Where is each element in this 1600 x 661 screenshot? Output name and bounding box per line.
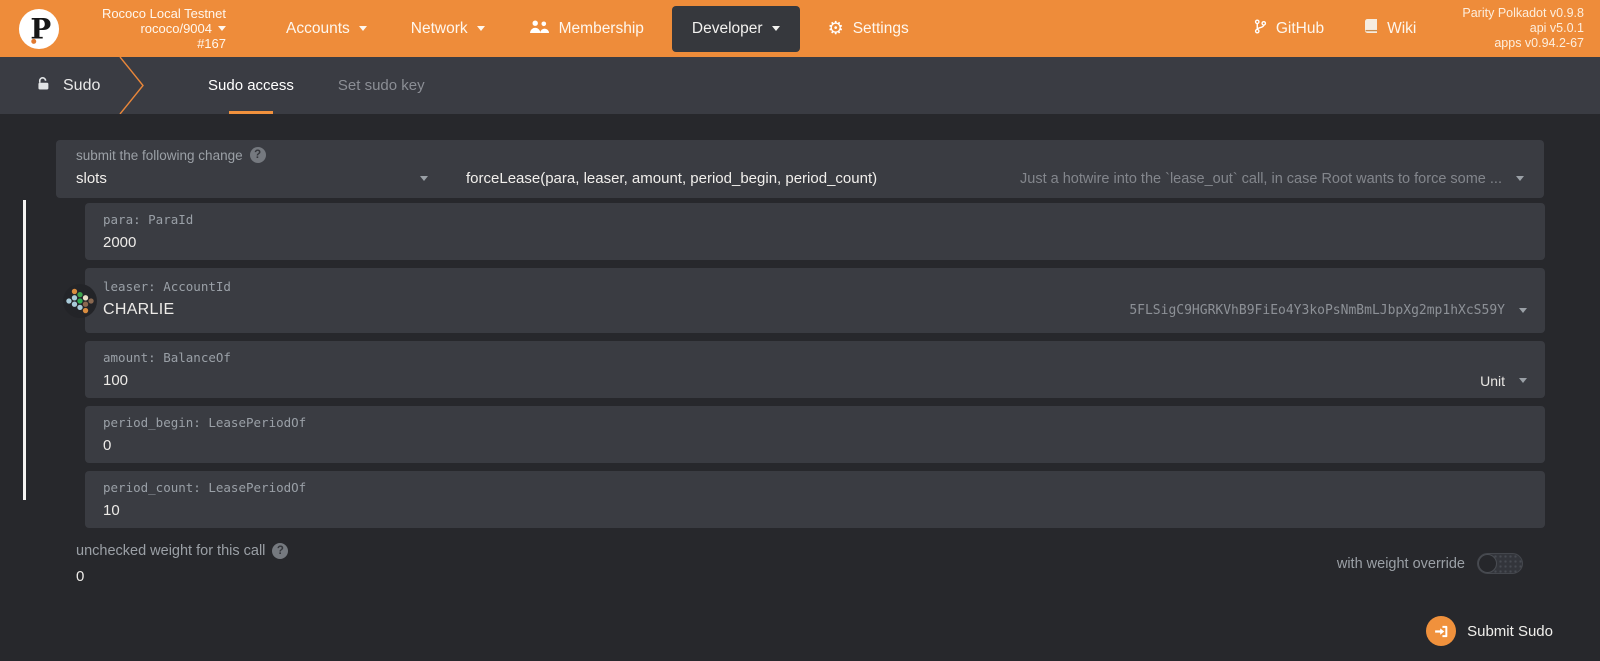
chevron-down-icon <box>1516 176 1524 181</box>
param-para-value[interactable]: 2000 <box>103 234 136 251</box>
amount-unit-select[interactable]: Unit <box>1480 373 1505 389</box>
pallet-selected-value: slots <box>76 170 107 187</box>
chevron-down-icon <box>420 176 428 181</box>
wiki-label: Wiki <box>1387 19 1417 37</box>
github-link[interactable]: GitHub <box>1234 18 1344 39</box>
block-number: #167 <box>197 36 226 51</box>
nav-label-membership: Membership <box>558 19 644 37</box>
people-icon <box>529 19 550 39</box>
extrinsic-select-box: submit the following change ? slots forc… <box>56 140 1544 198</box>
chain-spec: rococo/9004 <box>140 21 212 36</box>
nav-label-settings: Settings <box>852 19 909 37</box>
main-nav: Accounts Network Membership Developer ⚙ … <box>264 0 931 57</box>
help-icon[interactable]: ? <box>272 543 289 559</box>
chevron-down-icon <box>358 26 367 31</box>
param-leaser[interactable]: leaser: AccountId CHARLIE 5FLSigC9HGRKVh… <box>63 268 1545 333</box>
tab-sudo-access-label: Sudo access <box>208 77 294 94</box>
chevron-down-icon[interactable] <box>1519 378 1527 383</box>
code-branch-icon <box>1254 18 1267 39</box>
wiki-link[interactable]: Wiki <box>1344 18 1436 39</box>
nav-item-developer[interactable]: Developer <box>671 5 800 52</box>
app-name: Sudo <box>63 76 101 94</box>
section-label-text: submit the following change <box>76 147 243 163</box>
method-selected-value: forceLease(para, leaser, amount, period_… <box>466 170 878 187</box>
nav-label-network: Network <box>410 19 468 37</box>
tab-set-sudo-key[interactable]: Set sudo key <box>316 57 447 114</box>
nav-label-developer: Developer <box>691 19 763 37</box>
weight-override-toggle[interactable] <box>1477 553 1523 574</box>
weight-override-label: with weight override <box>1336 555 1465 572</box>
sign-in-icon <box>1426 616 1457 646</box>
chevron-down-icon <box>218 26 226 31</box>
weight-override-control: with weight override <box>1337 553 1523 574</box>
call-params: para: ParaId 2000 leaser: AccountId CHAR… <box>63 203 1545 536</box>
api-version: api v5.0.1 <box>1529 21 1584 35</box>
nav-item-accounts[interactable]: Accounts <box>264 0 389 57</box>
top-navbar: P Rococo Local Testnet rococo/9004 #167 … <box>0 0 1600 57</box>
tab-bar: Sudo Sudo access Set sudo key <box>0 56 1600 115</box>
pallet-select[interactable]: slots <box>76 170 428 187</box>
toggle-knob <box>1478 554 1497 573</box>
call-params-indicator <box>23 200 26 500</box>
param-period-begin[interactable]: period_begin: LeasePeriodOf 0 <box>85 406 1545 463</box>
app-title: Sudo <box>0 57 118 114</box>
param-period-begin-value[interactable]: 0 <box>103 437 111 454</box>
param-leaser-label: leaser: AccountId <box>103 279 231 294</box>
tab-set-sudo-key-label: Set sudo key <box>337 77 425 94</box>
unchecked-weight-value[interactable]: 0 <box>76 568 288 585</box>
param-period-count[interactable]: period_count: LeasePeriodOf 10 <box>85 471 1545 528</box>
nav-item-network[interactable]: Network <box>389 0 507 57</box>
section-label: submit the following change ? <box>76 147 1524 163</box>
unlock-icon <box>36 76 51 96</box>
account-identicon[interactable] <box>63 283 97 318</box>
chain-name: Rococo Local Testnet <box>101 6 226 21</box>
header-right: GitHub Wiki Parity Polkadot v0.9.8 api v… <box>1234 0 1600 57</box>
submit-sudo-button[interactable]: Submit Sudo <box>1426 616 1553 646</box>
chain-selector[interactable]: Rococo Local Testnet rococo/9004 #167 <box>68 6 226 51</box>
help-icon[interactable]: ? <box>249 147 266 163</box>
gears-icon: ⚙ <box>827 17 844 39</box>
nav-item-settings[interactable]: ⚙ Settings <box>806 0 931 57</box>
param-period-count-value[interactable]: 10 <box>103 502 120 519</box>
param-leaser-value[interactable]: CHARLIE <box>103 301 174 319</box>
chevron-down-icon[interactable] <box>1519 307 1527 313</box>
tab-sudo-access[interactable]: Sudo access <box>186 57 316 114</box>
nav-label-accounts: Accounts <box>286 19 350 37</box>
chevron-separator-icon <box>118 56 146 115</box>
node-version: Parity Polkadot v0.9.8 <box>1462 6 1584 20</box>
param-amount-value[interactable]: 100 <box>103 372 128 389</box>
book-icon <box>1364 18 1378 39</box>
submit-sudo-label: Submit Sudo <box>1467 622 1553 640</box>
github-label: GitHub <box>1275 19 1325 37</box>
nav-item-membership[interactable]: Membership <box>507 0 666 57</box>
polkadot-logo-icon[interactable]: P <box>18 8 60 50</box>
extrinsic-select-row: slots forceLease(para, leaser, amount, p… <box>76 170 1524 187</box>
param-para-label: para: ParaId <box>103 212 194 227</box>
param-period-count-label: period_count: LeasePeriodOf <box>103 480 307 495</box>
param-para[interactable]: para: ParaId 2000 <box>85 203 1545 260</box>
method-docs: Just a hotwire into the `lease_out` call… <box>1020 170 1502 187</box>
param-amount[interactable]: amount: BalanceOf 100 Unit <box>85 341 1545 398</box>
chevron-down-icon <box>771 26 780 31</box>
param-amount-label: amount: BalanceOf <box>103 350 231 365</box>
apps-version: apps v0.94.2-67 <box>1494 36 1584 50</box>
version-info: Parity Polkadot v0.9.8 api v5.0.1 apps v… <box>1462 6 1600 51</box>
unchecked-weight-label: unchecked weight for this call <box>76 543 266 559</box>
param-leaser-address: 5FLSigC9HGRKVhB9FiEo4Y3koPsNmBmLJbpXg2mp… <box>1129 302 1505 318</box>
param-period-begin-label: period_begin: LeasePeriodOf <box>103 415 307 430</box>
unchecked-weight: unchecked weight for this call ? 0 <box>76 543 289 585</box>
method-select[interactable]: forceLease(para, leaser, amount, period_… <box>466 170 1524 187</box>
tabs: Sudo access Set sudo key <box>186 57 447 114</box>
chevron-down-icon <box>476 26 485 31</box>
